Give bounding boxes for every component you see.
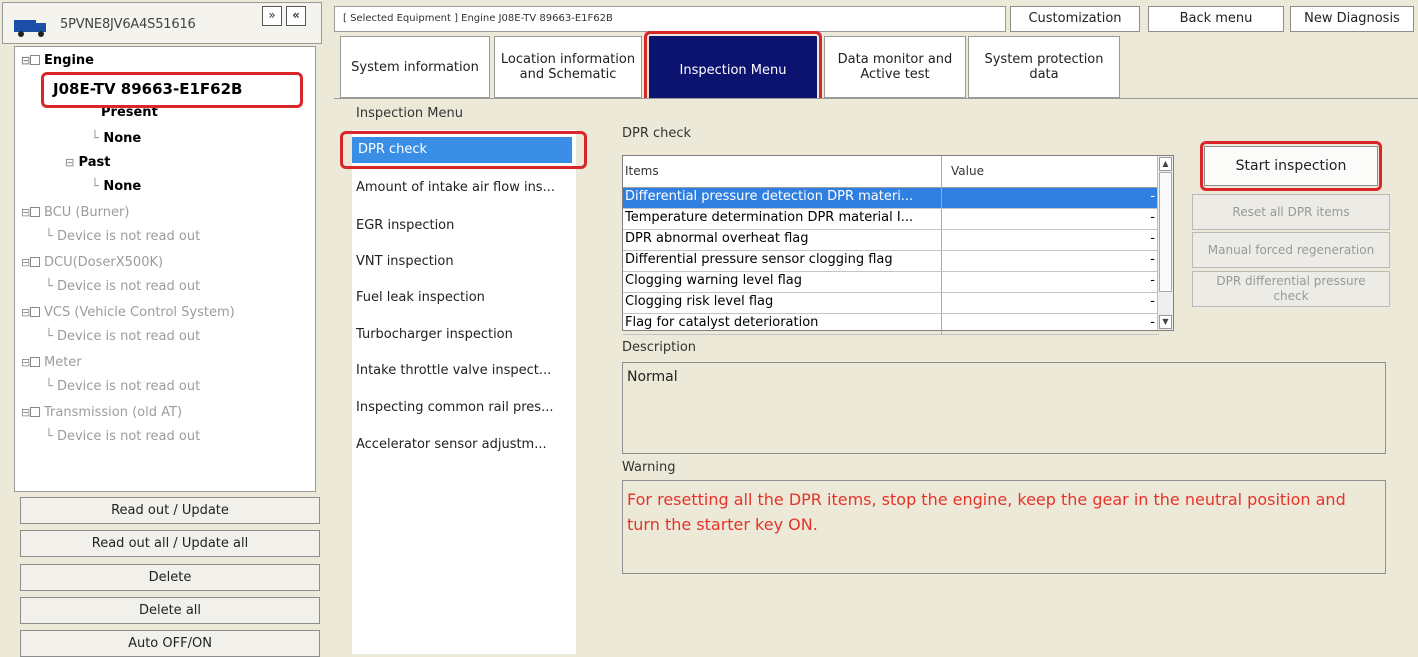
tree-node-none-past: └ None (91, 179, 142, 194)
expand-icon: ⊟ (21, 206, 31, 219)
tree-node-transmission[interactable]: ⊟ Transmission (old AT) (21, 405, 182, 420)
scroll-thumb[interactable] (1159, 172, 1172, 292)
checkbox-icon[interactable] (30, 406, 40, 417)
list-item-fuel-leak[interactable]: Fuel leak inspection (356, 290, 485, 305)
checkbox-icon[interactable] (30, 356, 40, 367)
tree-node-dcu-status: └ Device is not read out (45, 279, 201, 294)
checkbox-icon[interactable] (30, 306, 40, 317)
tree-node-bcu[interactable]: ⊟ BCU (Burner) (21, 205, 129, 220)
tree-node-transmission-status: └ Device is not read out (45, 429, 201, 444)
expand-icon: ⊟ (21, 356, 31, 369)
table-row[interactable]: Differential pressure detection DPR mate… (623, 188, 1159, 209)
table-row[interactable]: Flag for catalyst deterioration - (623, 314, 1159, 335)
tree-node-vcs[interactable]: ⊟ VCS (Vehicle Control System) (21, 305, 235, 320)
list-item-turbocharger[interactable]: Turbocharger inspection (356, 327, 513, 342)
delete-all-button[interactable]: Delete all (20, 597, 320, 624)
tree-node-dcu[interactable]: ⊟ DCU(DoserX500K) (21, 255, 163, 270)
dpr-items-table: Items Value Differential pressure detect… (622, 155, 1174, 335)
tab-system-information[interactable]: System information (340, 36, 490, 98)
table-row[interactable]: Clogging risk level flag - (623, 293, 1159, 314)
dpr-differential-pressure-check-button[interactable]: DPR differential pressure check (1192, 271, 1390, 307)
checkbox-icon[interactable] (30, 54, 40, 65)
inspection-menu-title: Inspection Menu (356, 106, 463, 121)
table-row[interactable]: Clogging warning level flag - (623, 272, 1159, 293)
vin-label: 5PVNE8JV6A4S51616 (60, 17, 196, 32)
selected-equipment-node[interactable]: J08E-TV 89663-E1F62B (53, 80, 242, 98)
auto-off-on-button[interactable]: Auto OFF/ON (20, 630, 320, 657)
collapse-button[interactable]: « (286, 6, 306, 26)
manual-regeneration-button[interactable]: Manual forced regeneration (1192, 232, 1390, 268)
list-item-accelerator[interactable]: Accelerator sensor adjustm... (356, 437, 547, 452)
tab-system-protection[interactable]: System protection data (968, 36, 1120, 98)
list-item-common-rail[interactable]: Inspecting common rail pres... (356, 400, 553, 415)
inspection-list: Amount of intake air flow ins... EGR ins… (352, 130, 576, 654)
list-item-vnt[interactable]: VNT inspection (356, 254, 454, 269)
read-out-all-button[interactable]: Read out all / Update all (20, 530, 320, 557)
tab-location-schematic[interactable]: Location information and Schematic (494, 36, 642, 98)
description-label: Description (622, 340, 697, 355)
dpr-check-title: DPR check (622, 126, 692, 141)
list-item-intake-air[interactable]: Amount of intake air flow ins... (356, 180, 555, 195)
equipment-tree: ⊟ Engine Present └ None ⊟ Past └ None ⊟ BC… (14, 46, 316, 492)
checkbox-icon[interactable] (30, 206, 40, 217)
delete-button[interactable]: Delete (20, 564, 320, 591)
expand-icon: ⊟ (65, 156, 75, 169)
expand-icon: ⊟ (21, 406, 31, 419)
expand-icon: ⊟ (21, 256, 31, 269)
customization-button[interactable]: Customization (1010, 6, 1140, 32)
tree-node-engine[interactable]: ⊟ Engine (21, 53, 94, 68)
dpr-check-highlight (340, 131, 587, 169)
tree-node-bcu-status: └ Device is not read out (45, 229, 201, 244)
description-box: Normal (622, 362, 1386, 454)
column-header-value: Value (951, 164, 984, 178)
list-item-egr[interactable]: EGR inspection (356, 218, 454, 233)
table-row[interactable]: DPR abnormal overheat flag - (623, 230, 1159, 251)
back-menu-button[interactable]: Back menu (1148, 6, 1284, 32)
warning-box: For resetting all the DPR items, stop th… (622, 480, 1386, 574)
list-item-intake-throttle[interactable]: Intake throttle valve inspect... (356, 363, 551, 378)
tab-data-monitor[interactable]: Data monitor and Active test (824, 36, 966, 98)
tree-node-vcs-status: └ Device is not read out (45, 329, 201, 344)
table-row[interactable]: Temperature determination DPR material I… (623, 209, 1159, 230)
scroll-up-icon[interactable]: ▲ (1159, 157, 1172, 171)
read-out-update-button[interactable]: Read out / Update (20, 497, 320, 524)
table-row[interactable]: Differential pressure sensor clogging fl… (623, 251, 1159, 272)
selected-equipment-bar: [ Selected Equipment ] Engine J08E-TV 89… (334, 6, 1006, 32)
checkbox-icon[interactable] (30, 256, 40, 267)
tree-node-none-present: └ None (91, 131, 142, 146)
reset-all-dpr-button[interactable]: Reset all DPR items (1192, 194, 1390, 230)
new-diagnosis-button[interactable]: New Diagnosis (1290, 6, 1414, 32)
expand-icon: ⊟ (21, 54, 31, 67)
tree-node-meter[interactable]: ⊟ Meter (21, 355, 82, 370)
start-inspection-highlight (1200, 141, 1382, 191)
table-header: Items Value (623, 156, 1159, 188)
column-divider (941, 156, 942, 187)
truck-icon (14, 20, 46, 37)
expand-button[interactable]: » (262, 6, 282, 26)
scroll-down-icon[interactable]: ▼ (1159, 315, 1172, 329)
expand-icon: ⊟ (21, 306, 31, 319)
tree-node-meter-status: └ Device is not read out (45, 379, 201, 394)
tree-node-past[interactable]: ⊟ Past (65, 155, 110, 170)
table-scrollbar[interactable]: ▲ ▼ (1157, 156, 1173, 330)
column-header-items: Items (625, 164, 659, 178)
warning-label: Warning (622, 460, 676, 475)
